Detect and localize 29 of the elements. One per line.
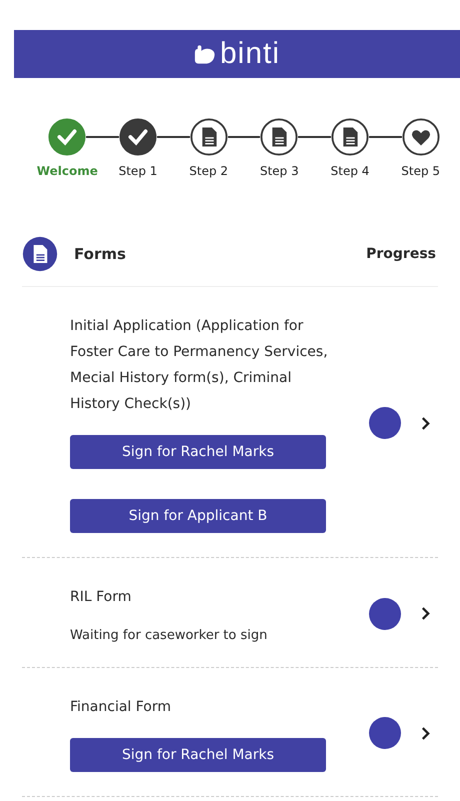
document-icon[interactable]: [331, 118, 370, 156]
sign-button[interactable]: Sign for Rachel Marks: [70, 435, 326, 469]
document-icon[interactable]: [260, 118, 298, 156]
document-icon[interactable]: [190, 118, 228, 156]
sign-button[interactable]: Sign for Applicant B: [70, 499, 326, 533]
document-icon: [22, 236, 58, 272]
form-title: RIL Form: [70, 588, 132, 607]
form-title: Initial Application (Application for Foster Care to Permanency Services, Mecial History form(s), Criminal History Check(s)): [70, 317, 329, 414]
section-title: Forms: [74, 245, 127, 263]
chevron-right-icon[interactable]: [421, 607, 430, 620]
progress-dot: [369, 598, 401, 630]
brand-name: binti: [220, 37, 280, 71]
form-title: Financial Form: [70, 698, 172, 717]
step-label[interactable]: Step 1: [118, 164, 158, 178]
step-label[interactable]: Step 2: [189, 164, 228, 178]
step-label[interactable]: Step 5: [401, 164, 440, 178]
status-text: Waiting for caseworker to sign: [70, 628, 268, 643]
sign-button[interactable]: Sign for Rachel Marks: [70, 738, 326, 772]
progress-dot: [369, 717, 401, 749]
check-icon[interactable]: [119, 118, 158, 156]
progress-dot: [369, 407, 401, 439]
check-icon[interactable]: [48, 118, 86, 156]
chevron-right-icon[interactable]: [421, 416, 430, 430]
column-heading: Progress: [366, 246, 436, 262]
logo-icon: [194, 44, 216, 64]
step-label[interactable]: Welcome: [36, 164, 98, 178]
step-label[interactable]: Step 4: [330, 164, 370, 178]
step-label[interactable]: Step 3: [260, 164, 299, 178]
chevron-right-icon[interactable]: [421, 726, 430, 740]
